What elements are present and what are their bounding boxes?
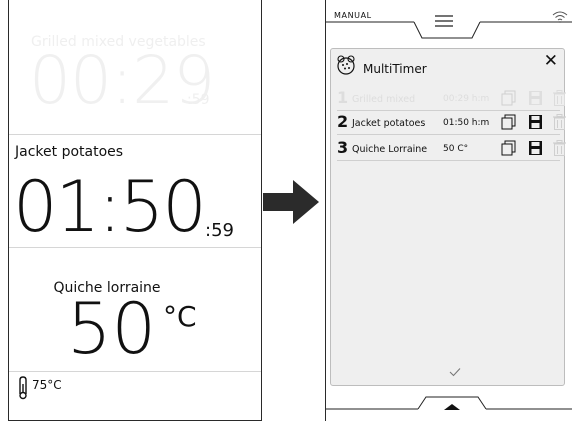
multitimer-dialog: MultiTimer ✕ 1 Grilled mixed 00:29 h:m 2… <box>330 48 566 386</box>
timer-value: 50 C° <box>443 144 469 154</box>
mode-label: MANUAL <box>334 11 372 20</box>
timer-number: 1 <box>337 88 349 107</box>
active-timer-title: Jacket potatoes <box>15 144 124 160</box>
save-icon[interactable] <box>528 140 543 156</box>
arrow-right-icon <box>263 180 319 224</box>
probe-temperature: 75°C <box>32 378 62 392</box>
probe-icon <box>19 376 27 400</box>
timer-number: 3 <box>337 138 349 157</box>
save-icon[interactable] <box>528 90 543 106</box>
bottom-tab[interactable] <box>326 391 572 421</box>
timer-name: Grilled mixed <box>352 94 416 105</box>
copy-icon[interactable] <box>501 140 516 156</box>
save-icon[interactable] <box>528 114 543 130</box>
copy-icon[interactable] <box>501 114 516 130</box>
dialog-title: MultiTimer <box>363 62 427 76</box>
timer-value: 01:50 h:m <box>443 118 490 128</box>
close-icon[interactable]: ✕ <box>544 51 558 71</box>
check-icon[interactable] <box>449 367 461 377</box>
cooking-display-panel: Grilled mixed vegetables 00:29 :59 Jacke… <box>8 0 262 421</box>
temperature-value: 50 <box>67 288 157 370</box>
temperature-unit: °C <box>163 300 197 333</box>
active-timer-time: 01:50 <box>13 166 207 248</box>
timer-name: Jacket potatoes <box>352 118 426 129</box>
timer-value: 00:29 h:m <box>443 94 490 104</box>
divider <box>9 247 261 248</box>
timer-name: Quiche Lorraine <box>352 144 428 155</box>
copy-icon[interactable] <box>501 90 516 106</box>
delete-icon[interactable] <box>552 114 567 130</box>
inactive-timer-seconds: :59 <box>187 92 210 108</box>
wifi-icon <box>552 11 568 23</box>
oven-device-screen: MANUAL MultiTimer ✕ 1 Grilled mixed 00:2… <box>325 0 572 421</box>
chevron-up-icon <box>444 404 460 410</box>
timer-row[interactable]: 3 Quiche Lorraine 50 C° <box>337 137 566 161</box>
timer-row[interactable]: 1 Grilled mixed 00:29 h:m <box>337 87 566 111</box>
multitimer-icon <box>337 55 355 75</box>
divider <box>9 134 261 135</box>
divider <box>9 371 261 372</box>
timer-number: 2 <box>337 112 349 131</box>
delete-icon[interactable] <box>552 140 567 156</box>
timer-row[interactable]: 2 Jacket potatoes 01:50 h:m <box>337 111 566 135</box>
delete-icon[interactable] <box>552 90 567 106</box>
active-timer-seconds: :59 <box>205 220 234 241</box>
menu-icon[interactable] <box>434 14 454 28</box>
